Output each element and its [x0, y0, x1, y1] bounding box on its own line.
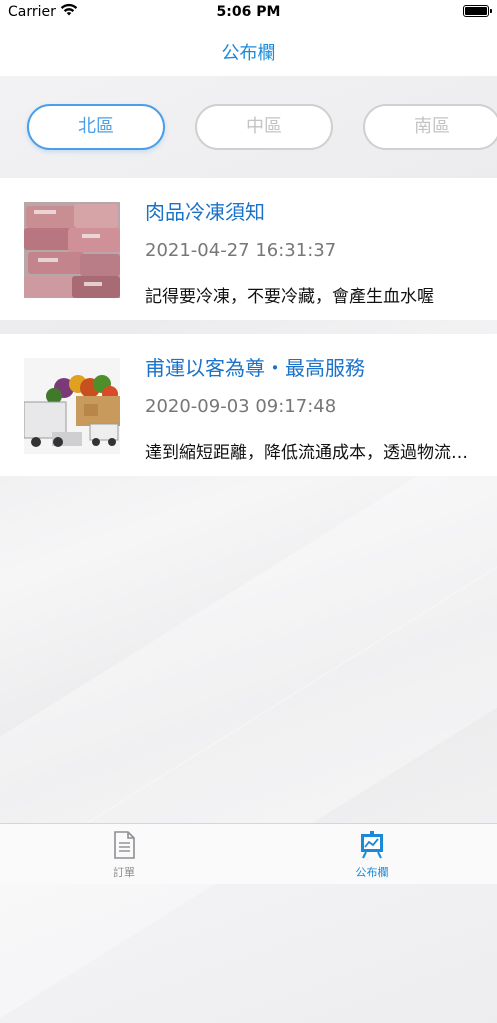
post-description: 記得要冷凍，不要冷藏，會產生血水喔 [145, 287, 434, 307]
navigation-bar: 公布欄 [0, 26, 497, 76]
status-bar: Carrier 5:06 PM [0, 0, 497, 26]
page-title: 公布欄 [221, 43, 276, 64]
post-title: 肉品冷凍須知 [145, 200, 265, 224]
frozen-meat-image [24, 202, 120, 298]
post-description: 達到縮短距離，降低流通成本，透過物流配送 [145, 443, 480, 463]
tab-orders-label: 訂單 [113, 866, 135, 879]
document-icon [111, 831, 137, 859]
delivery-truck-image [24, 358, 120, 454]
post-date: 2021-04-27 16:31:37 [145, 240, 337, 261]
post-date: 2020-09-03 09:17:48 [145, 396, 337, 417]
clock: 5:06 PM [216, 4, 281, 20]
board-icon [359, 831, 385, 859]
post-title: 甫運以客為尊・最高服務 [145, 356, 365, 380]
tab-orders[interactable]: 訂單 [0, 824, 248, 884]
tab-board[interactable]: 公布欄 [248, 824, 496, 884]
post-card[interactable]: 甫運以客為尊・最高服務 2020-09-03 09:17:48 達到縮短距離，降… [0, 334, 497, 476]
tab-south[interactable]: 南區 [363, 104, 497, 150]
tab-board-label: 公布欄 [355, 866, 389, 879]
tab-north[interactable]: 北區 [27, 104, 165, 150]
tab-central[interactable]: 中區 [195, 104, 333, 150]
region-tabs: 北區 中區 南區 [0, 76, 497, 178]
battery-icon [463, 5, 492, 17]
bottom-tab-bar: 訂單 公布欄 [0, 823, 497, 884]
post-card[interactable]: 肉品冷凍須知 2021-04-27 16:31:37 記得要冷凍，不要冷藏，會產… [0, 178, 497, 320]
